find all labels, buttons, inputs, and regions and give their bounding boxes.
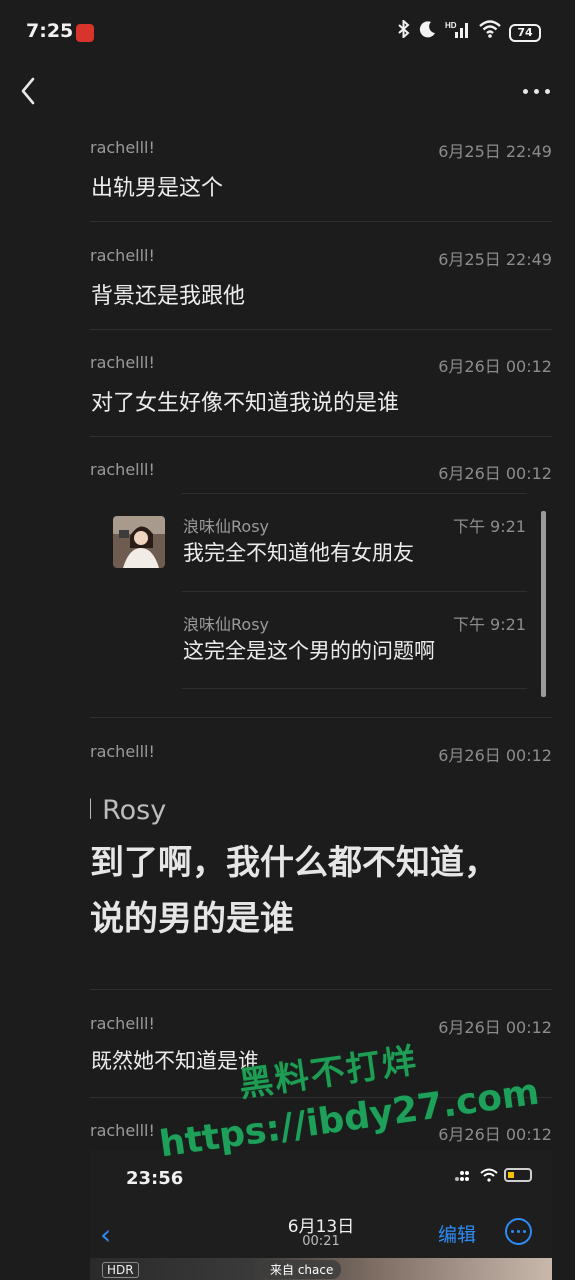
embedded-sub-time: 00:21 (302, 1234, 340, 1249)
quoted-text: 我完全不知道他有女朋友 (183, 541, 414, 565)
message-text: 对了女生好像不知道我说的是谁 (91, 391, 400, 416)
message-time: 6月25日 22:49 (438, 250, 552, 269)
more-dot (533, 88, 539, 94)
message-time: 6月25日 22:49 (438, 142, 552, 161)
message-sender: rachelll! (90, 1121, 155, 1140)
message-item[interactable]: rachelll! 6月26日 00:12 (90, 460, 552, 490)
status-time: 7:25 (26, 20, 74, 42)
quoted-chat-screenshot[interactable]: 浪味仙Rosy 下午 9:21 我完全不知道他有女朋友 浪味仙Rosy 下午 9… (110, 493, 546, 697)
more-dot (517, 1230, 520, 1233)
back-button[interactable] (16, 74, 42, 108)
quoted-sender: 浪味仙Rosy (183, 517, 269, 536)
chevron-left-icon (21, 77, 35, 105)
embedded-phone-screenshot[interactable]: 23:56 ‹ 6月13日 00:21 编辑 HDR 来自 chace (90, 1150, 552, 1280)
message-divider (90, 221, 552, 222)
moon-icon (419, 20, 437, 46)
status-icons: HD 74 (397, 18, 541, 46)
message-time: 6月26日 00:12 (438, 1125, 552, 1144)
quote-divider (182, 591, 527, 592)
more-button[interactable] (519, 76, 553, 106)
quoted-time: 下午 9:21 (452, 517, 526, 536)
embedded-time: 23:56 (126, 1168, 184, 1189)
signal-icon (455, 1171, 469, 1181)
nav-bar (0, 66, 575, 116)
quote-scrollbar (541, 511, 546, 697)
message-divider (90, 989, 552, 990)
message-divider (90, 1097, 552, 1098)
message-item[interactable]: rachelll! 6月25日 22:49 出轨男是这个 (90, 138, 552, 208)
message-text: 背景还是我跟他 (91, 284, 246, 309)
message-time: 6月26日 00:12 (438, 1018, 552, 1037)
zoomed-text-line: 到了啊，我什么都不知道， (90, 843, 498, 883)
bluetooth-icon (397, 18, 411, 46)
message-item[interactable]: rachelll! 6月26日 00:12 既然她不知道是谁 (90, 1014, 552, 1084)
message-item[interactable]: rachelll! 6月26日 00:12 对了女生好像不知道我说的是谁 (90, 353, 552, 423)
quoted-time: 下午 9:21 (452, 615, 526, 634)
more-dot (523, 1230, 526, 1233)
wifi-icon (479, 20, 501, 46)
message-sender: rachelll! (90, 1014, 155, 1033)
embedded-source-badge: 来自 chace (262, 1260, 342, 1279)
message-text: 既然她不知道是谁 (91, 1049, 259, 1073)
message-sender: rachelll! (90, 742, 155, 761)
embedded-edit-label: 编辑 (437, 1224, 476, 1246)
wifi-icon (480, 1168, 498, 1182)
more-dots-icon (505, 1218, 532, 1245)
app-notification-icon (76, 24, 94, 42)
signal-icon: HD (445, 20, 471, 46)
battery-indicator: 74 (509, 24, 541, 42)
zoomed-screenshot[interactable]: l Rosy 到了啊，我什么都不知道， 说的男的是谁 (90, 795, 552, 945)
zoomed-text-line: 说的男的是谁 (90, 899, 294, 939)
zoomed-name-fragment: l Rosy (90, 795, 167, 826)
status-bar: 7:25 HD 74 (0, 0, 575, 66)
quote-divider (182, 493, 527, 494)
message-sender: rachelll! (90, 246, 155, 265)
message-time: 6月26日 00:12 (438, 357, 552, 376)
signal-label: HD (445, 21, 457, 30)
battery-icon (504, 1168, 532, 1182)
more-dot (522, 88, 528, 94)
message-time: 6月26日 00:12 (438, 464, 552, 483)
message-divider (90, 717, 552, 718)
message-text: 出轨男是这个 (91, 176, 224, 201)
more-dot (544, 88, 550, 94)
message-divider (90, 329, 552, 330)
message-time: 6月26日 00:12 (438, 746, 552, 765)
embedded-hdr-badge: HDR (102, 1262, 139, 1278)
quoted-sender: 浪味仙Rosy (183, 615, 269, 634)
message-sender: rachelll! (90, 138, 155, 157)
more-dot (511, 1230, 514, 1233)
message-sender: rachelll! (90, 460, 155, 479)
quote-divider (182, 688, 527, 689)
avatar (113, 516, 165, 568)
message-item[interactable]: rachelll! 6月25日 22:49 背景还是我跟他 (90, 246, 552, 316)
message-sender: rachelll! (90, 353, 155, 372)
message-divider (90, 436, 552, 437)
message-item[interactable]: rachelll! 6月26日 00:12 (90, 742, 552, 772)
quoted-message: 浪味仙Rosy 下午 9:21 这完全是这个男的的问题啊 (183, 611, 526, 671)
embedded-status-icons (454, 1168, 532, 1182)
quoted-message: 浪味仙Rosy 下午 9:21 我完全不知道他有女朋友 (183, 513, 526, 573)
quoted-text: 这完全是这个男的的问题啊 (183, 639, 435, 663)
message-item[interactable]: rachelll! 6月26日 00:12 (90, 1121, 552, 1151)
